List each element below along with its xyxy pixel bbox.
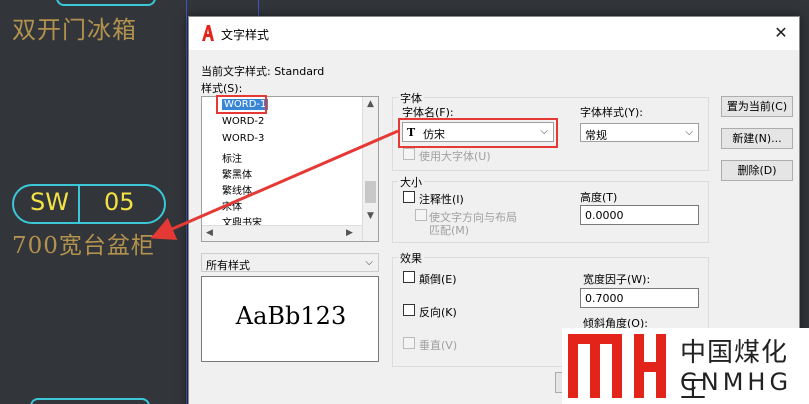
effects-group-title: 效果: [398, 250, 424, 266]
bubble-outline: [56, 0, 156, 6]
scroll-right-icon[interactable]: ▶: [346, 228, 353, 238]
match-orientation-label-2: 匹配(M): [429, 224, 470, 237]
height-label: 高度(T): [580, 191, 618, 204]
size-group-title: 大小: [398, 174, 424, 190]
highlight-box: [398, 118, 558, 148]
dialog-title: 文字样式: [221, 28, 270, 42]
cad-label-fridge: 双开门冰箱: [12, 16, 137, 44]
list-item[interactable]: WORD-3: [222, 133, 264, 144]
scroll-down-icon[interactable]: ▼: [367, 211, 374, 221]
scroll-left-icon[interactable]: ◀: [206, 228, 213, 238]
cad-label-cabinet: 700宽台盆柜: [12, 233, 155, 259]
vertical-checkbox[interactable]: [403, 337, 415, 349]
filter-value: 所有样式: [206, 259, 250, 272]
font-style-select[interactable]: 常规 ⌵: [580, 123, 699, 142]
scroll-thumb[interactable]: [365, 181, 376, 203]
big-font-label: 使用大字体(U): [419, 150, 491, 163]
backwards-checkbox[interactable]: [403, 304, 415, 316]
preview-text: AaBb123: [235, 302, 347, 330]
grid-line: [258, 0, 259, 16]
list-item[interactable]: 宋体: [222, 198, 242, 213]
tag-right-text: 05: [104, 188, 135, 216]
list-item[interactable]: WORD-2: [222, 116, 264, 127]
height-input[interactable]: 0.0000: [580, 205, 699, 225]
horizontal-scrollbar[interactable]: ◀ ▶: [202, 225, 362, 241]
scroll-up-icon[interactable]: ▲: [367, 99, 374, 109]
list-item[interactable]: 繁黑体: [222, 166, 252, 181]
styles-label: 样式(S):: [201, 82, 243, 95]
watermark-line2: CNMHG: [680, 368, 793, 396]
list-item[interactable]: 标注: [222, 150, 242, 165]
delete-button[interactable]: 删除(D): [721, 160, 793, 181]
upside-down-label: 颠倒(E): [419, 273, 457, 286]
font-style-value: 常规: [585, 129, 607, 142]
chevron-down-icon: ⌵: [365, 257, 373, 268]
grid-line: [186, 0, 187, 404]
big-font-checkbox[interactable]: [403, 148, 415, 160]
annotative-label: 注释性(I): [419, 193, 464, 206]
list-item[interactable]: 繁线体: [222, 182, 252, 197]
font-style-label: 字体样式(Y):: [580, 106, 644, 119]
chevron-down-icon: ⌵: [685, 127, 693, 138]
tag-left-text: SW: [30, 188, 69, 216]
tag-divider: [78, 184, 80, 224]
autocad-logo-icon: [202, 25, 214, 41]
set-current-button[interactable]: 置为当前(C): [721, 96, 793, 117]
title-bar[interactable]: 文字样式 ✕: [189, 17, 799, 50]
watermark: 中国煤化工 CNMHG: [562, 328, 809, 404]
width-factor-value: 0.7000: [585, 292, 624, 305]
height-value: 0.0000: [585, 209, 624, 222]
vertical-scrollbar[interactable]: ▲ ▼: [362, 97, 378, 241]
width-factor-input[interactable]: 0.7000: [580, 288, 699, 308]
mh-logo-icon: [568, 334, 666, 398]
vertical-label: 垂直(V): [419, 339, 458, 352]
annotative-checkbox[interactable]: [403, 191, 415, 203]
style-filter-select[interactable]: 所有样式 ⌵: [201, 253, 379, 272]
width-factor-label: 宽度因子(W):: [583, 273, 651, 286]
match-orientation-checkbox[interactable]: [415, 209, 427, 221]
backwards-label: 反向(K): [419, 306, 457, 319]
styles-list[interactable]: WORD-1 WORD-2 WORD-3 标注 繁黑体 繁线体 宋体 文鼎书宋 …: [201, 96, 379, 242]
current-style-label: 当前文字样式: Standard: [201, 65, 325, 78]
upside-down-checkbox[interactable]: [403, 271, 415, 283]
new-button[interactable]: 新建(N)...: [721, 128, 793, 149]
close-icon[interactable]: ✕: [771, 23, 791, 43]
highlight-box: [216, 95, 267, 114]
preview-panel: AaBb123: [201, 276, 379, 362]
bubble-outline: [30, 398, 150, 404]
